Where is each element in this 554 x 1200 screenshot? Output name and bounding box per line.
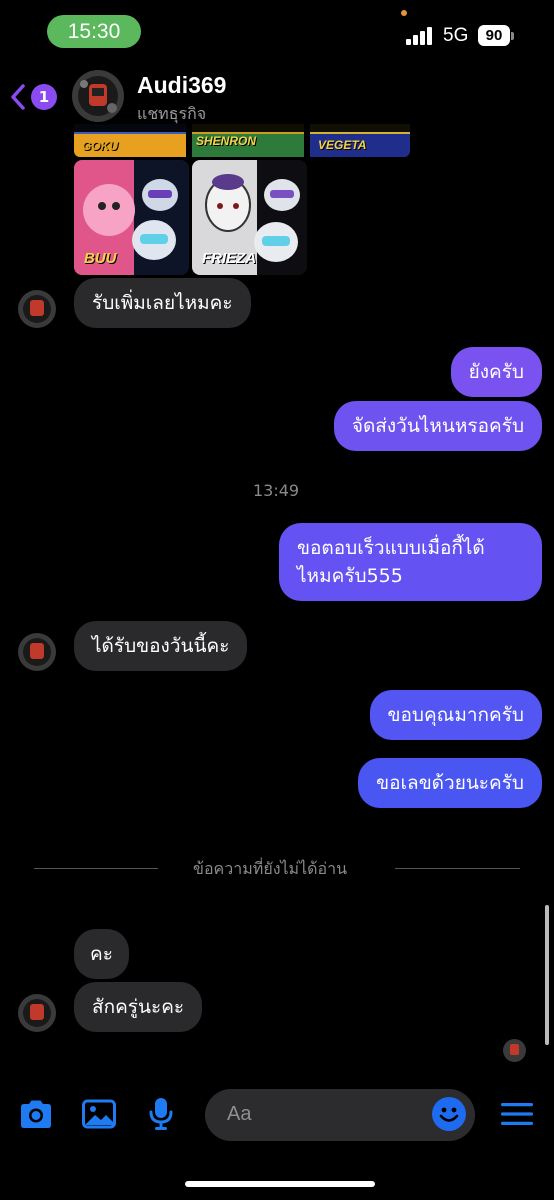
message-line: ไหมครับ555 <box>297 565 403 587</box>
message-line: ขอตอบเร็วแบบเมื่อกี้ได้ <box>297 537 485 559</box>
microphone-icon[interactable] <box>143 1096 179 1132</box>
message-outgoing[interactable]: ยังครับ <box>450 347 542 397</box>
image-attachment-frieza[interactable]: FRIEZA <box>192 160 307 275</box>
contact-subtitle: แชทธุรกิจ <box>137 104 207 123</box>
unread-divider-label: ข้อความที่ยังไม่ได้อ่าน <box>193 859 348 878</box>
message-timestamp: 13:49 <box>253 481 300 500</box>
battery-tip <box>511 32 514 40</box>
tile-label-buu: BUU <box>84 250 117 267</box>
signal-icon <box>406 27 432 45</box>
message-outgoing[interactable]: จัดส่งวันไหนหรอครับ <box>333 401 542 451</box>
unread-divider-line-left <box>34 868 158 869</box>
strip-label-shenron: SHENRON <box>196 134 257 148</box>
home-indicator[interactable] <box>185 1181 375 1187</box>
network-type: 5G <box>443 25 469 46</box>
unread-count-badge[interactable]: 1 <box>31 84 57 110</box>
contact-avatar-small[interactable] <box>18 290 56 328</box>
strip-label-vegeta: VEGETA <box>318 138 367 152</box>
message-incoming[interactable]: คะ <box>74 929 129 979</box>
emoji-icon[interactable] <box>432 1097 466 1131</box>
message-incoming[interactable]: สักครู่นะคะ <box>74 982 203 1032</box>
message-incoming[interactable]: ได้รับของวันนี้คะ <box>74 621 248 671</box>
contact-avatar-small[interactable] <box>18 994 56 1032</box>
menu-icon[interactable] <box>499 1096 535 1132</box>
tile-label-frieza: FRIEZA <box>202 250 257 267</box>
read-receipt-avatar <box>503 1039 526 1062</box>
strip-label-goku: GOKU <box>82 139 118 153</box>
back-chevron-icon[interactable] <box>10 84 26 110</box>
unread-divider-line-right <box>395 868 520 869</box>
message-outgoing[interactable]: ขอเลขด้วยนะครับ <box>358 758 542 808</box>
message-outgoing[interactable]: ขอบคุณมากครับ <box>369 690 542 740</box>
battery-icon: 90 <box>478 25 510 46</box>
contact-name[interactable]: Audi369 <box>137 72 226 99</box>
camera-icon[interactable] <box>18 1096 54 1132</box>
contact-avatar-small[interactable] <box>18 633 56 671</box>
scrollbar[interactable] <box>545 905 549 1045</box>
message-incoming[interactable]: รับเพิ่มเลยไหมคะ <box>74 278 251 328</box>
mic-indicator-dot <box>401 10 407 16</box>
message-outgoing[interactable]: ขอตอบเร็วแบบเมื่อกี้ได้ ไหมครับ555 <box>279 523 542 601</box>
contact-avatar[interactable] <box>72 70 124 122</box>
image-attachment-buu[interactable]: BUU <box>74 160 189 275</box>
message-input-placeholder: Aa <box>227 1103 252 1125</box>
gallery-icon[interactable] <box>81 1096 117 1132</box>
status-time: 15:30 <box>47 15 141 48</box>
